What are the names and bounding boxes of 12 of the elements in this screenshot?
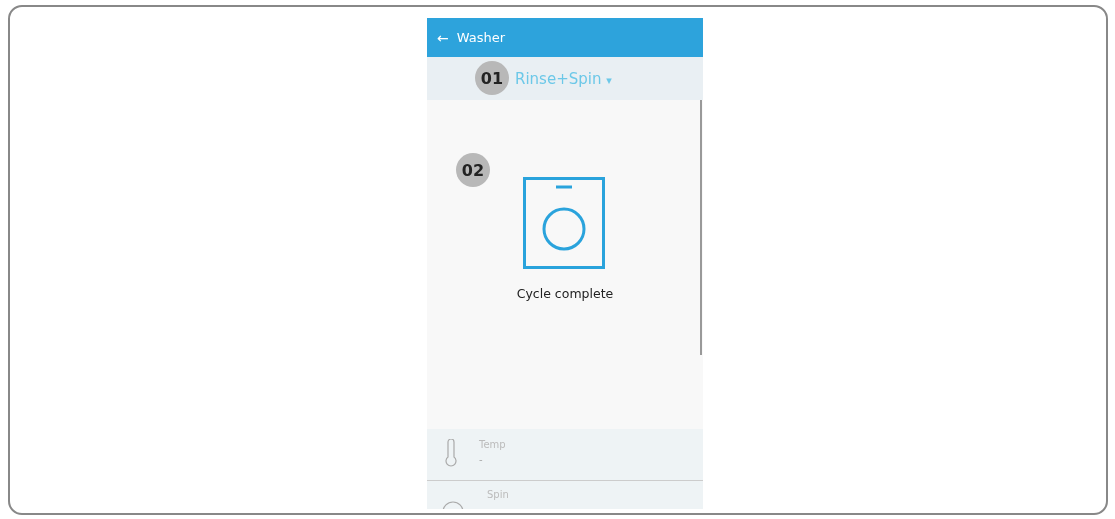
- washing-machine-icon: [523, 177, 605, 269]
- status-message: Cycle complete: [516, 286, 614, 301]
- thermometer-icon: [445, 439, 457, 467]
- setting-value: -: [479, 454, 484, 465]
- spin-icon: [441, 499, 465, 509]
- setting-row[interactable]: Temp -: [427, 429, 703, 481]
- callout-badge: 02: [456, 153, 490, 187]
- setting-label: Temp: [479, 439, 506, 450]
- back-button[interactable]: ←: [437, 29, 449, 46]
- callout-badge: 01: [475, 61, 509, 95]
- cycle-dropdown[interactable]: Rinse+Spin ▾: [515, 69, 612, 88]
- screen-title: Washer: [456, 30, 506, 45]
